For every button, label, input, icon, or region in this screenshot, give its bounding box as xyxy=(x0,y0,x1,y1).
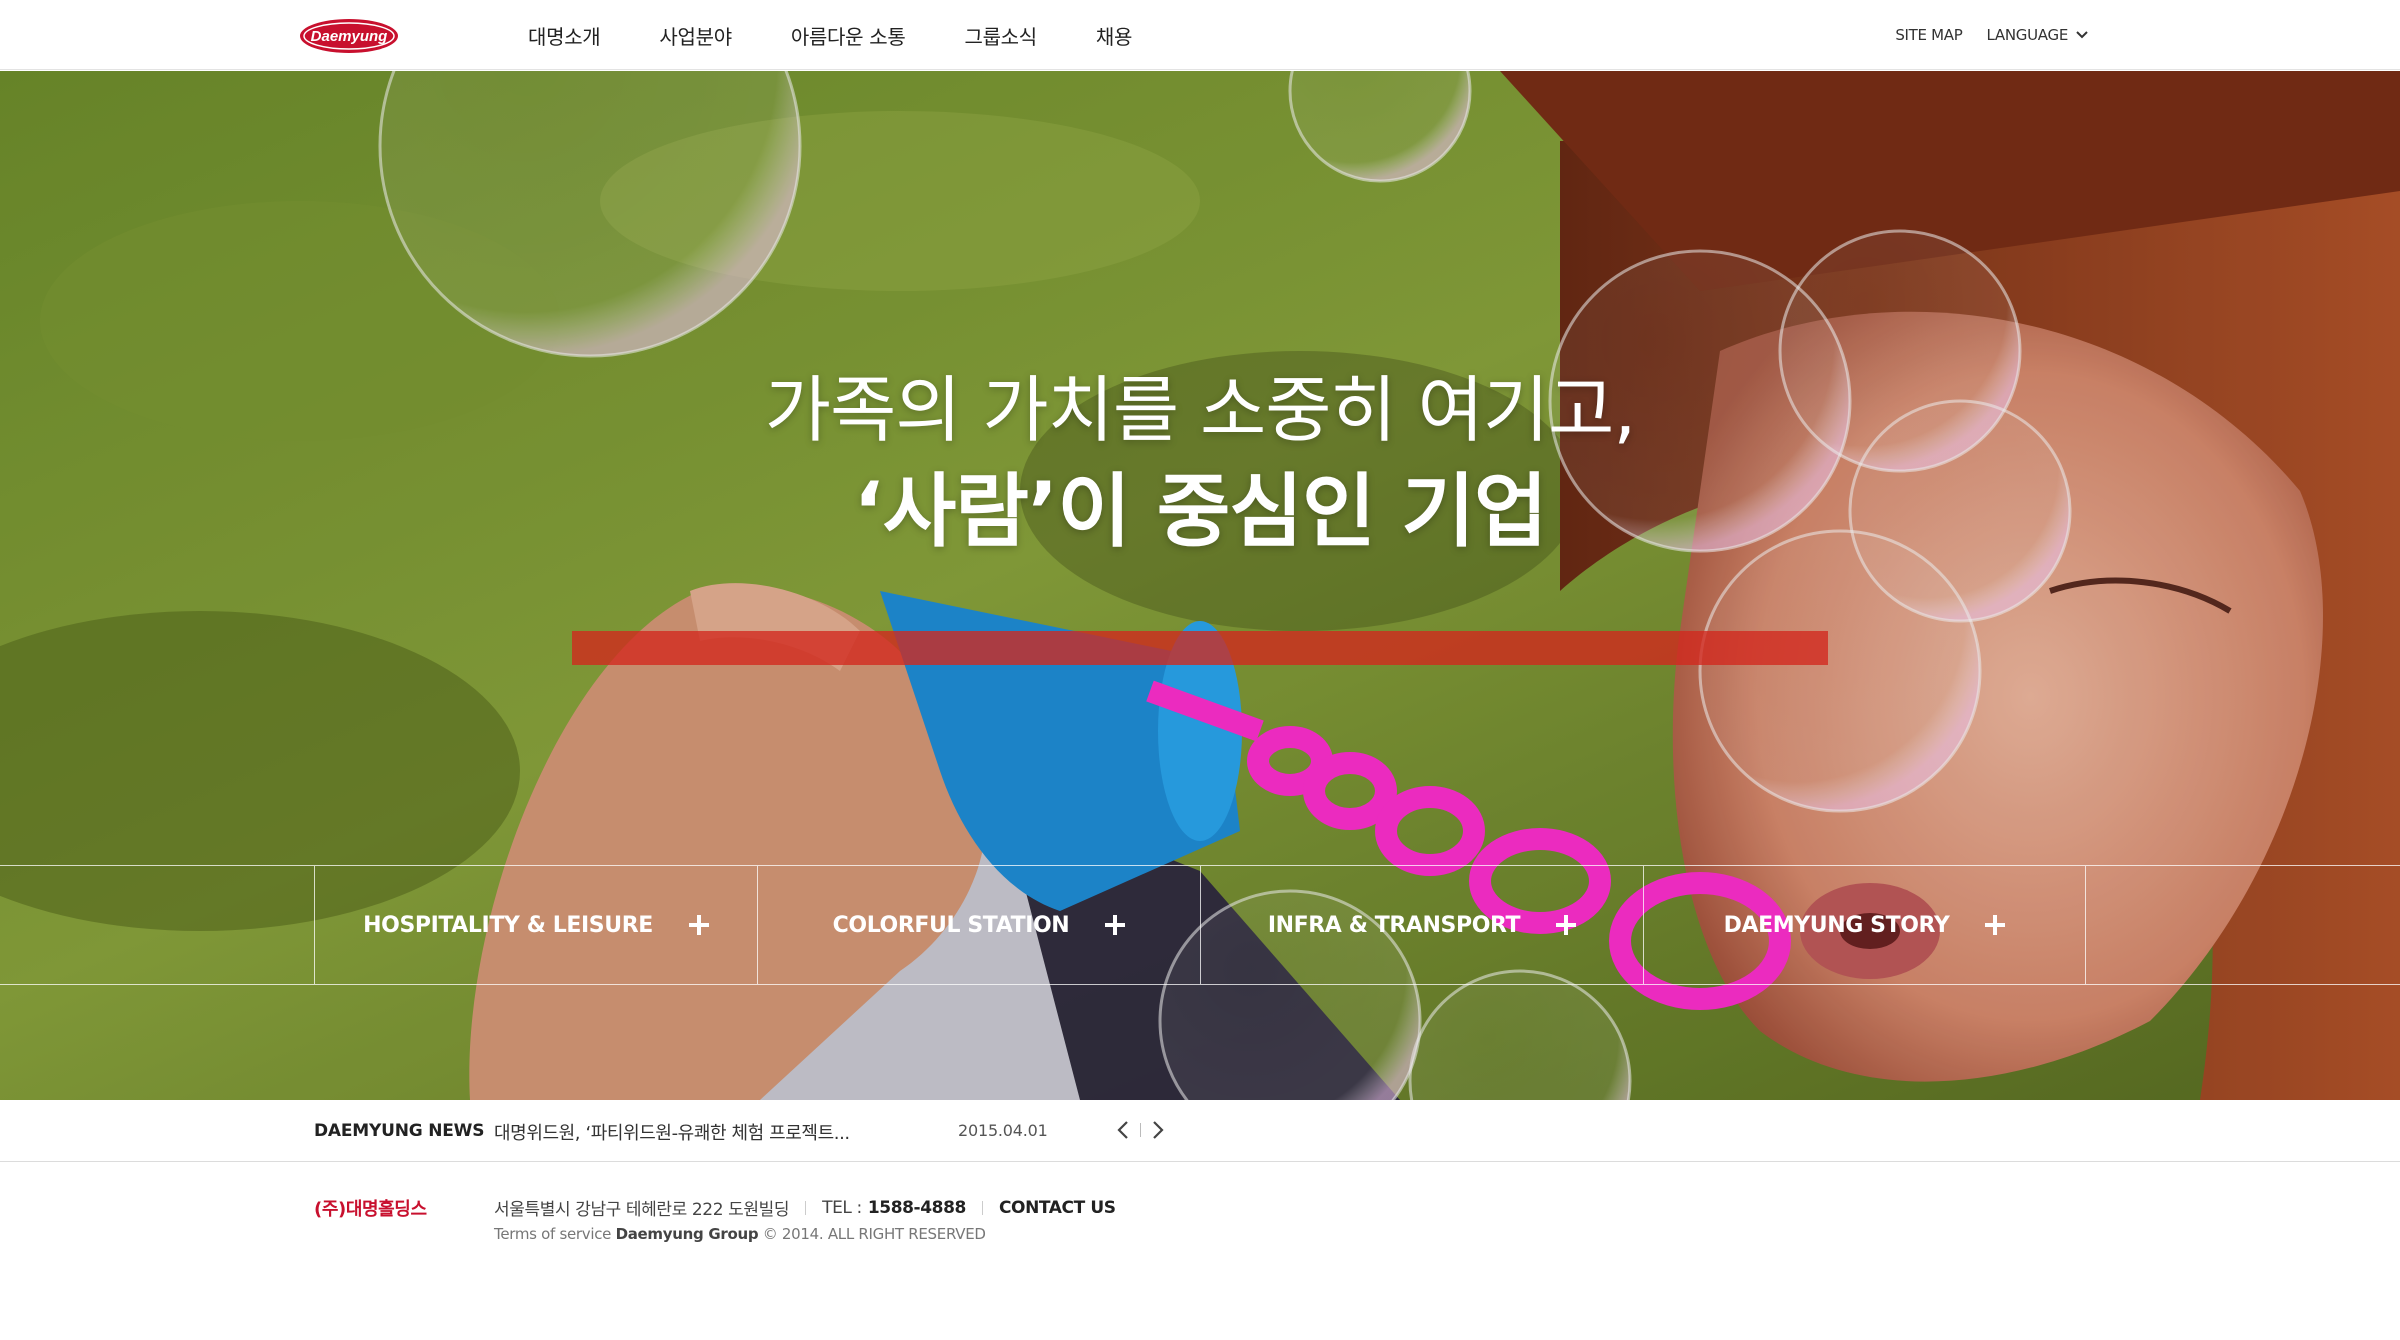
footer-tel: 1588-4888 xyxy=(867,1197,966,1218)
hero-accent-band xyxy=(572,631,1828,665)
plus-icon xyxy=(1556,915,1577,935)
utility-links: SITE MAP LANGUAGE xyxy=(1895,0,2088,70)
footer-group-name: Daemyung Group xyxy=(615,1225,759,1243)
news-pager xyxy=(1110,1117,1171,1143)
plus-icon xyxy=(688,915,709,935)
nav-item-news[interactable]: 그룹소식 xyxy=(964,21,1037,50)
category-label: INFRA & TRANSPORT xyxy=(1267,912,1521,938)
hero-banner: 가족의 가치를 소중히 여기고, ‘사람’이 중심인 기업 HOSPITALIT… xyxy=(0,71,2400,1100)
footer-address: 서울특별시 강남구 테헤란로 222 도원빌딩 xyxy=(494,1200,790,1220)
pager-divider xyxy=(1140,1123,1141,1137)
business-category-bar: HOSPITALITY & LEISURE COLORFUL STATION I… xyxy=(0,865,2400,985)
nav-item-business[interactable]: 사업분야 xyxy=(659,21,732,50)
news-ticker: DAEMYUNG NEWS 대명위드원, ‘파티위드원-유쾌한 체험 프로젝트.… xyxy=(0,1100,2400,1162)
hero-headline-line2: ‘사람’이 중심인 기업 xyxy=(853,465,1547,558)
news-prev-button[interactable] xyxy=(1110,1117,1136,1143)
news-headline-link[interactable]: 대명위드원, ‘파티위드원-유쾌한 체험 프로젝트... xyxy=(494,1119,850,1145)
company-name: (주)대명홀딩스 xyxy=(314,1199,427,1220)
copyright-text: © 2014. ALL RIGHT RESERVED xyxy=(762,1225,986,1243)
plus-icon xyxy=(1105,915,1126,935)
category-hospitality-leisure[interactable]: HOSPITALITY & LEISURE xyxy=(314,866,757,984)
nav-item-communication[interactable]: 아름다운 소통 xyxy=(791,21,906,50)
footer-copyright: Terms of service Daemyung Group © 2014. … xyxy=(494,1225,986,1243)
category-colorful-station[interactable]: COLORFUL STATION xyxy=(757,866,1200,984)
footer-divider xyxy=(805,1200,807,1215)
logo-text: Daemyung xyxy=(311,28,388,45)
category-label: COLORFUL STATION xyxy=(832,912,1070,938)
terms-link[interactable]: Terms of service xyxy=(494,1225,611,1243)
footer-info: 서울특별시 강남구 테헤란로 222 도원빌딩 TEL : 1588-4888 … xyxy=(494,1195,1116,1221)
category-label: DAEMYUNG STORY xyxy=(1723,912,1950,938)
nav-item-about[interactable]: 대명소개 xyxy=(528,21,601,50)
site-header: Daemyung 대명소개 사업분야 아름다운 소통 그룹소식 채용 SITE … xyxy=(0,0,2400,70)
nav-item-careers[interactable]: 채용 xyxy=(1096,21,1133,50)
chevron-down-icon xyxy=(2076,31,2088,39)
language-label: LANGUAGE xyxy=(1986,26,2069,44)
chevron-right-icon xyxy=(1153,1121,1164,1139)
daemyung-logo[interactable]: Daemyung xyxy=(298,17,400,55)
site-map-link[interactable]: SITE MAP xyxy=(1895,26,1963,44)
category-daemyung-story[interactable]: DAEMYUNG STORY xyxy=(1643,866,2086,984)
hero-headline-line1: 가족의 가치를 소중히 여기고, xyxy=(764,368,1636,452)
news-label: DAEMYUNG NEWS xyxy=(314,1121,485,1141)
language-selector[interactable]: LANGUAGE xyxy=(1987,26,2088,44)
footer-tel-label: TEL : xyxy=(822,1197,862,1218)
main-nav: 대명소개 사업분야 아름다운 소통 그룹소식 채용 xyxy=(528,0,1191,70)
category-infra-transport[interactable]: INFRA & TRANSPORT xyxy=(1200,866,1643,984)
chevron-left-icon xyxy=(1117,1121,1128,1139)
news-next-button[interactable] xyxy=(1145,1117,1171,1143)
footer-divider xyxy=(981,1200,983,1215)
contact-us-link[interactable]: CONTACT US xyxy=(999,1198,1116,1218)
category-label: HOSPITALITY & LEISURE xyxy=(363,912,653,938)
plus-icon xyxy=(1985,915,2006,935)
site-footer: (주)대명홀딩스 서울특별시 강남구 테헤란로 222 도원빌딩 TEL : 1… xyxy=(0,1163,2400,1340)
news-date: 2015.04.01 xyxy=(958,1121,1048,1140)
